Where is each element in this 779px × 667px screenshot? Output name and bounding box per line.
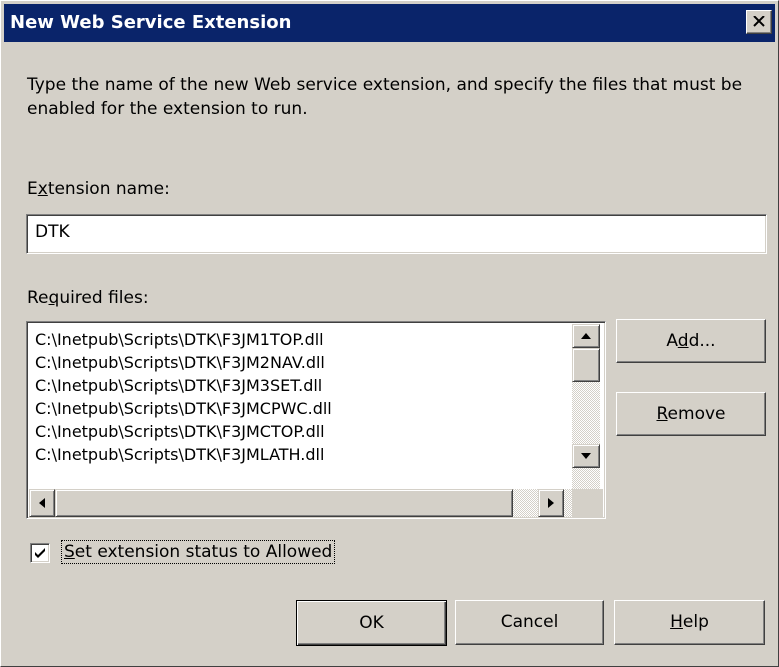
- list-item[interactable]: C:\Inetpub\Scripts\DTK\F3JMLATH.dll: [35, 443, 332, 466]
- list-item[interactable]: C:\Inetpub\Scripts\DTK\F3JM3SET.dll: [35, 374, 332, 397]
- scrollbar-corner: [572, 489, 603, 517]
- title-bar[interactable]: New Web Service Extension: [4, 4, 775, 42]
- allowed-checkbox[interactable]: [30, 543, 50, 563]
- ok-button[interactable]: OK: [296, 600, 447, 646]
- new-web-service-extension-dialog: New Web Service Extension Type the name …: [0, 0, 779, 667]
- scroll-down-button[interactable]: [572, 444, 600, 468]
- list-item[interactable]: C:\Inetpub\Scripts\DTK\F3JMCPWC.dll: [35, 397, 332, 420]
- help-button[interactable]: Help: [614, 600, 765, 645]
- arrow-up-icon: [581, 333, 591, 339]
- required-files-label: Required files:: [27, 288, 149, 308]
- add-button[interactable]: Add...: [616, 319, 766, 363]
- extension-name-input[interactable]: DTK: [26, 214, 767, 254]
- required-files-listbox[interactable]: C:\Inetpub\Scripts\DTK\F3JM1TOP.dll C:\I…: [26, 321, 606, 519]
- horizontal-scrollbar[interactable]: [29, 489, 572, 517]
- horizontal-scroll-thumb[interactable]: [55, 489, 513, 517]
- close-x-icon: [753, 16, 765, 27]
- close-button[interactable]: [746, 10, 772, 34]
- arrow-left-icon: [39, 498, 45, 508]
- remove-button[interactable]: Remove: [616, 392, 766, 436]
- extension-name-label: Extension name:: [27, 179, 170, 199]
- arrow-down-icon: [581, 453, 591, 459]
- list-item[interactable]: C:\Inetpub\Scripts\DTK\F3JM1TOP.dll: [35, 328, 332, 351]
- dialog-title: New Web Service Extension: [10, 12, 292, 33]
- required-files-list: C:\Inetpub\Scripts\DTK\F3JM1TOP.dll C:\I…: [35, 328, 332, 466]
- scroll-left-button[interactable]: [29, 489, 55, 517]
- vertical-scroll-thumb[interactable]: [572, 348, 600, 382]
- list-item[interactable]: C:\Inetpub\Scripts\DTK\F3JM2NAV.dll: [35, 351, 332, 374]
- cancel-button[interactable]: Cancel: [455, 600, 604, 645]
- scroll-up-button[interactable]: [572, 324, 600, 348]
- arrow-right-icon: [548, 498, 554, 508]
- description-text: Type the name of the new Web service ext…: [27, 75, 743, 119]
- allowed-checkbox-label[interactable]: Set extension status to Allowed: [61, 540, 336, 564]
- scroll-right-button[interactable]: [538, 489, 564, 517]
- list-item[interactable]: C:\Inetpub\Scripts\DTK\F3JMCTOP.dll: [35, 420, 332, 443]
- vertical-scrollbar[interactable]: [572, 324, 600, 496]
- checkmark-icon: [35, 548, 45, 558]
